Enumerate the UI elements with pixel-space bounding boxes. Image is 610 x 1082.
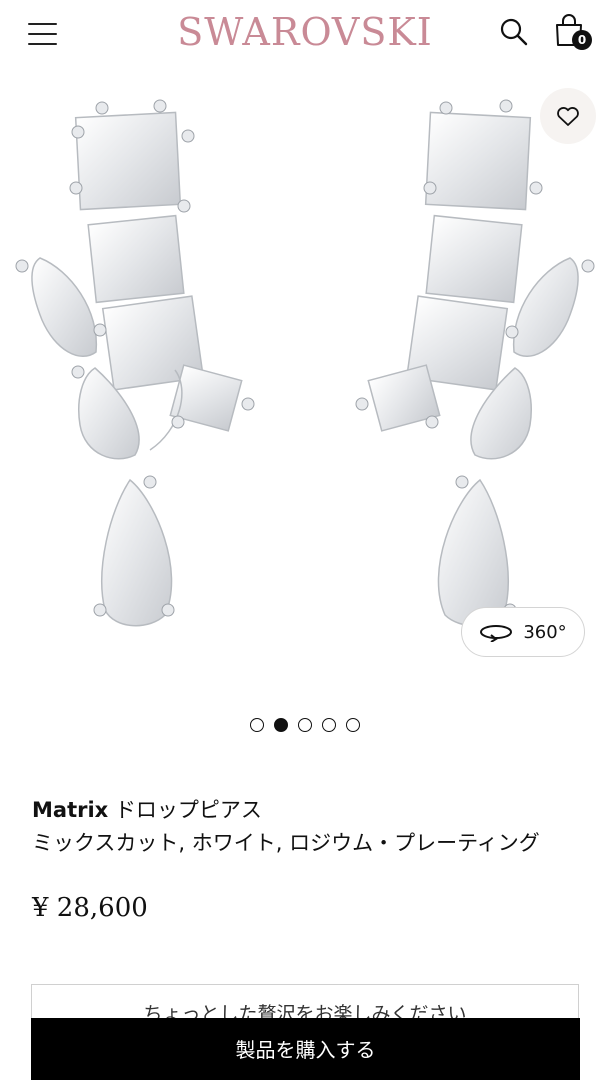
heart-icon	[557, 107, 579, 126]
shopping-bag-icon[interactable]: 0	[552, 14, 592, 54]
site-header: SWAROVSKI 0	[0, 0, 610, 70]
gallery-dot-1[interactable]	[250, 718, 264, 732]
gallery-dot-4[interactable]	[322, 718, 336, 732]
view-360-label: 360°	[523, 621, 567, 643]
wishlist-button[interactable]	[540, 88, 596, 144]
buy-button[interactable]: 製品を購入する	[31, 1018, 580, 1080]
gallery-dot-2[interactable]	[274, 718, 288, 732]
rotate-360-icon	[480, 625, 513, 642]
search-icon[interactable]	[498, 16, 530, 48]
product-title: Matrix ドロップピアス	[32, 795, 262, 825]
product-price: ¥ 28,600	[32, 893, 148, 923]
product-collection: Matrix	[32, 798, 109, 822]
product-image-gallery[interactable]	[0, 70, 610, 670]
product-type: ドロップピアス	[108, 798, 262, 822]
earrings-image	[15, 99, 595, 627]
product-subtitle: ミックスカット, ホワイト, ロジウム・プレーティング	[32, 831, 540, 855]
view-360-button[interactable]: 360°	[461, 607, 585, 657]
gallery-dot-5[interactable]	[346, 718, 360, 732]
gallery-pagination	[0, 718, 610, 732]
cart-count-badge: 0	[572, 30, 592, 50]
gallery-dot-3[interactable]	[298, 718, 312, 732]
